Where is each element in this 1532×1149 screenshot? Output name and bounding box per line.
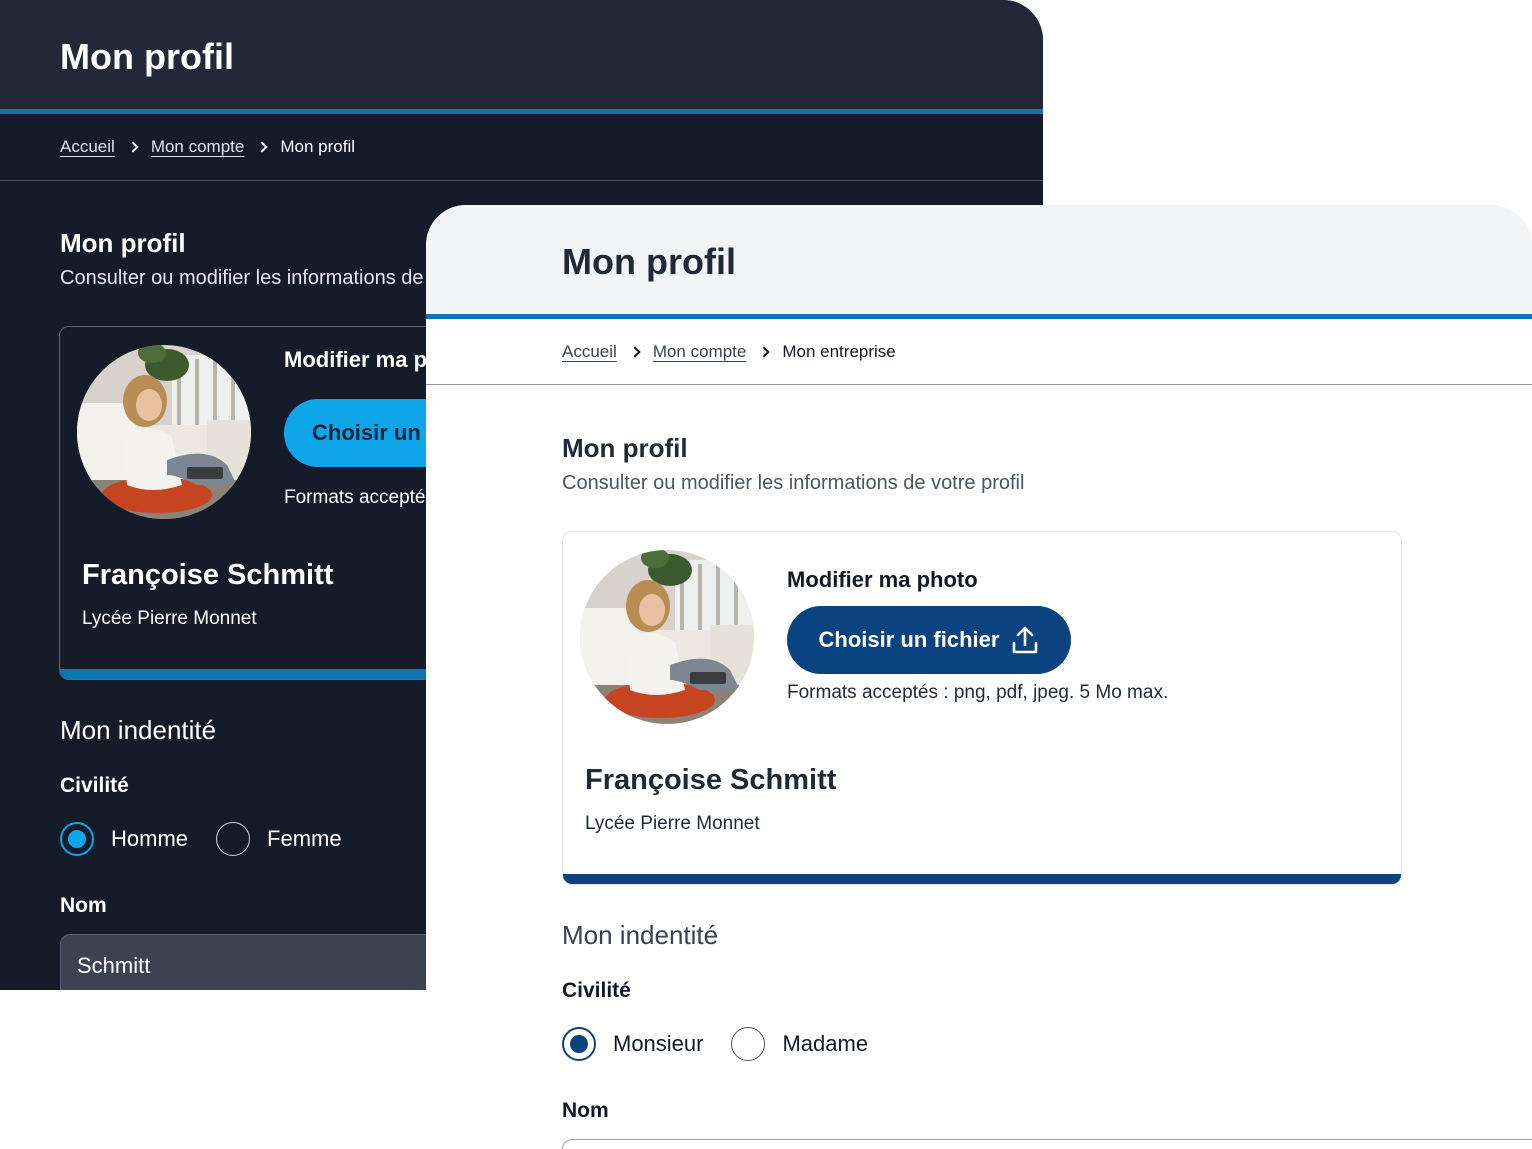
breadcrumb-current: Mon profil [280, 137, 355, 156]
civility-radio-group: Monsieur Madame [562, 1027, 896, 1061]
choose-file-button[interactable]: Choisir un fichier [787, 606, 1071, 674]
breadcrumb-account-link[interactable]: Mon compte [151, 137, 245, 157]
civility-option-monsieur[interactable]: Monsieur [562, 1027, 703, 1061]
radio-unchecked[interactable] [731, 1027, 766, 1061]
page-title: Mon profil [562, 241, 736, 282]
chevron-right-icon [629, 346, 641, 358]
chevron-right-icon [127, 141, 139, 153]
breadcrumb-account-link[interactable]: Mon compte [653, 342, 747, 362]
page-title: Mon profil [60, 36, 234, 77]
breadcrumb-divider [0, 180, 1043, 181]
identity-section-title: Mon indentité [60, 715, 217, 745]
radio-checked[interactable] [562, 1027, 596, 1061]
avatar [580, 550, 754, 724]
breadcrumb-home-link[interactable]: Accueil [60, 137, 115, 157]
civility-option-label: Monsieur [613, 1031, 704, 1056]
radio-checked[interactable] [60, 822, 94, 856]
photo-section-title: Modifier ma photo [787, 567, 978, 592]
civility-radio-group: Homme Femme [60, 822, 370, 856]
upload-icon [1013, 626, 1038, 654]
page-header: Mon profil [0, 0, 1043, 109]
last-name-label: Nom [60, 894, 107, 917]
civility-option-femme[interactable]: Femme [216, 822, 342, 856]
choose-file-label: Choisir un fichier [818, 627, 1000, 652]
page-header: Mon profil [426, 205, 1532, 314]
civility-option-madame[interactable]: Madame [731, 1027, 868, 1061]
radio-unchecked[interactable] [216, 822, 251, 856]
civility-option-homme[interactable]: Homme [60, 822, 188, 856]
card-accent-bar [563, 874, 1401, 884]
profile-photo [580, 550, 754, 724]
civility-option-label: Madame [782, 1031, 869, 1056]
header-accent-line [426, 314, 1532, 319]
section-subtitle: Consulter ou modifier les informations d… [562, 472, 1025, 494]
profile-name: Françoise Schmitt [585, 764, 837, 796]
civility-label: Civilité [60, 774, 129, 797]
breadcrumb: Accueil Mon compte Mon profil [60, 137, 355, 157]
civility-label: Civilité [562, 979, 631, 1002]
civility-option-label: Femme [267, 826, 342, 851]
accepted-formats-text: Formats acceptés : png, pdf, jpeg. 5 Mo … [787, 682, 1169, 703]
breadcrumb-current: Mon entreprise [782, 342, 896, 361]
section-title: Mon profil [562, 433, 688, 463]
civility-option-label: Homme [111, 826, 189, 851]
header-accent-line [0, 109, 1043, 114]
breadcrumb-home-link[interactable]: Accueil [562, 342, 617, 362]
chevron-right-icon [256, 141, 269, 153]
profile-organization: Lycée Pierre Monnet [82, 608, 257, 629]
profile-photo [77, 345, 251, 519]
chevron-right-icon [758, 346, 771, 358]
section-title: Mon profil [60, 228, 186, 258]
breadcrumb: Accueil Mon compte Mon entreprise [562, 342, 896, 362]
last-name-input[interactable] [562, 1139, 1532, 1149]
profile-organization: Lycée Pierre Monnet [585, 813, 760, 834]
profile-name: Françoise Schmitt [82, 559, 334, 591]
light-theme-panel: Mon profil Accueil Mon compte Mon entrep… [426, 205, 1532, 1149]
identity-section-title: Mon indentité [562, 920, 719, 950]
last-name-label: Nom [562, 1099, 609, 1122]
avatar [77, 345, 251, 519]
breadcrumb-divider [426, 384, 1532, 385]
profile-card: Modifier ma photo Choisir un fichier For… [562, 531, 1402, 885]
